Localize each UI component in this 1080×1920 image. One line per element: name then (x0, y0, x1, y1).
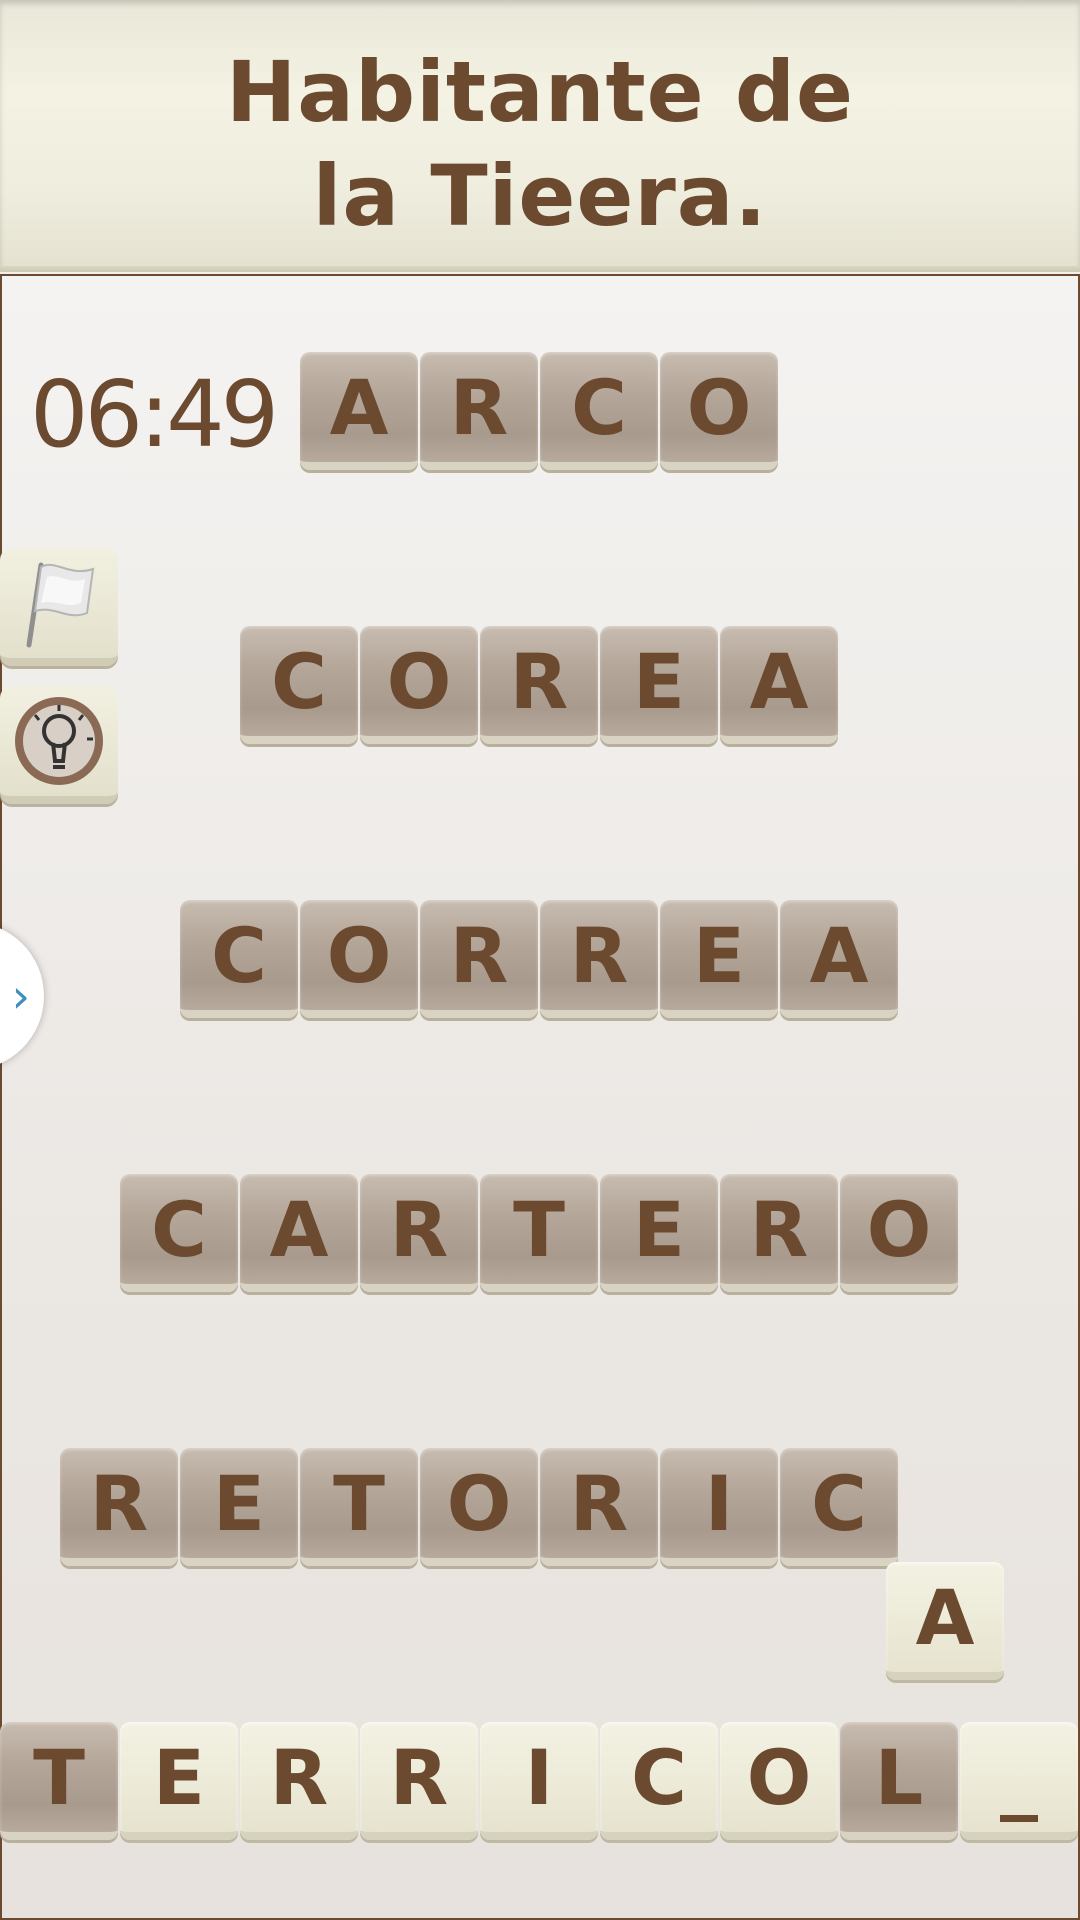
extra-letter-tile[interactable]: A (886, 1562, 1004, 1680)
chevron-right-icon: › (11, 969, 30, 1023)
answer-tile[interactable]: C (600, 1722, 718, 1840)
word-row-2: C O R E A (240, 626, 840, 744)
answer-tile[interactable]: R (240, 1722, 358, 1840)
letter-tile[interactable]: R (60, 1448, 178, 1566)
answer-tile[interactable]: I (480, 1722, 598, 1840)
timer: 06:49 (30, 361, 279, 468)
letter-tile[interactable]: O (300, 900, 418, 1018)
flag-icon (26, 562, 95, 648)
clue-line-2: la Tieera. (312, 147, 768, 245)
answer-tile[interactable]: O (720, 1722, 838, 1840)
letter-tile[interactable]: R (540, 900, 658, 1018)
letter-tile[interactable]: C (540, 352, 658, 470)
clue-line-1: Habitante de (225, 43, 854, 141)
letter-tile[interactable]: E (660, 900, 778, 1018)
answer-blank-tile[interactable]: _ (960, 1722, 1078, 1840)
header: Habitante de la Tieera. (0, 0, 1080, 272)
letter-tile[interactable]: O (840, 1174, 958, 1292)
letter-tile[interactable]: A (780, 900, 898, 1018)
letter-tile[interactable]: R (480, 626, 598, 744)
letter-tile[interactable]: E (180, 1448, 298, 1566)
letter-tile[interactable]: E (600, 1174, 718, 1292)
letter-tile[interactable]: T (480, 1174, 598, 1292)
answer-tile[interactable]: R (360, 1722, 478, 1840)
hint-button[interactable] (0, 686, 118, 804)
letter-tile[interactable]: R (720, 1174, 838, 1292)
letter-tile[interactable]: E (600, 626, 718, 744)
word-row-3: C O R R E A (180, 900, 900, 1018)
word-row-1: A R C O (300, 352, 780, 470)
letter-tile[interactable]: O (660, 352, 778, 470)
answer-tile[interactable]: L (840, 1722, 958, 1840)
word-row-4: C A R T E R O (120, 1174, 960, 1292)
letter-tile[interactable]: C (240, 626, 358, 744)
letter-tile[interactable]: A (720, 626, 838, 744)
answer-row: T E R R I C O L _ (0, 1722, 1078, 1840)
letter-tile[interactable]: T (300, 1448, 418, 1566)
lightbulb-icon (15, 697, 103, 785)
letter-tile[interactable]: A (300, 352, 418, 470)
give-up-button[interactable] (0, 548, 118, 666)
letter-tile[interactable]: A (240, 1174, 358, 1292)
answer-tile[interactable]: E (120, 1722, 238, 1840)
letter-tile[interactable]: R (360, 1174, 478, 1292)
letter-tile[interactable]: I (660, 1448, 778, 1566)
letter-tile[interactable]: O (420, 1448, 538, 1566)
word-row-5: R E T O R I C (60, 1448, 900, 1566)
letter-tile[interactable]: C (180, 900, 298, 1018)
letter-tile[interactable]: R (420, 352, 538, 470)
letter-tile[interactable]: O (360, 626, 478, 744)
letter-tile[interactable]: C (780, 1448, 898, 1566)
clue-title: Habitante de la Tieera. (0, 40, 1080, 248)
answer-tile[interactable]: T (0, 1722, 118, 1840)
letter-tile[interactable]: R (420, 900, 538, 1018)
letter-tile[interactable]: R (540, 1448, 658, 1566)
letter-tile[interactable]: C (120, 1174, 238, 1292)
